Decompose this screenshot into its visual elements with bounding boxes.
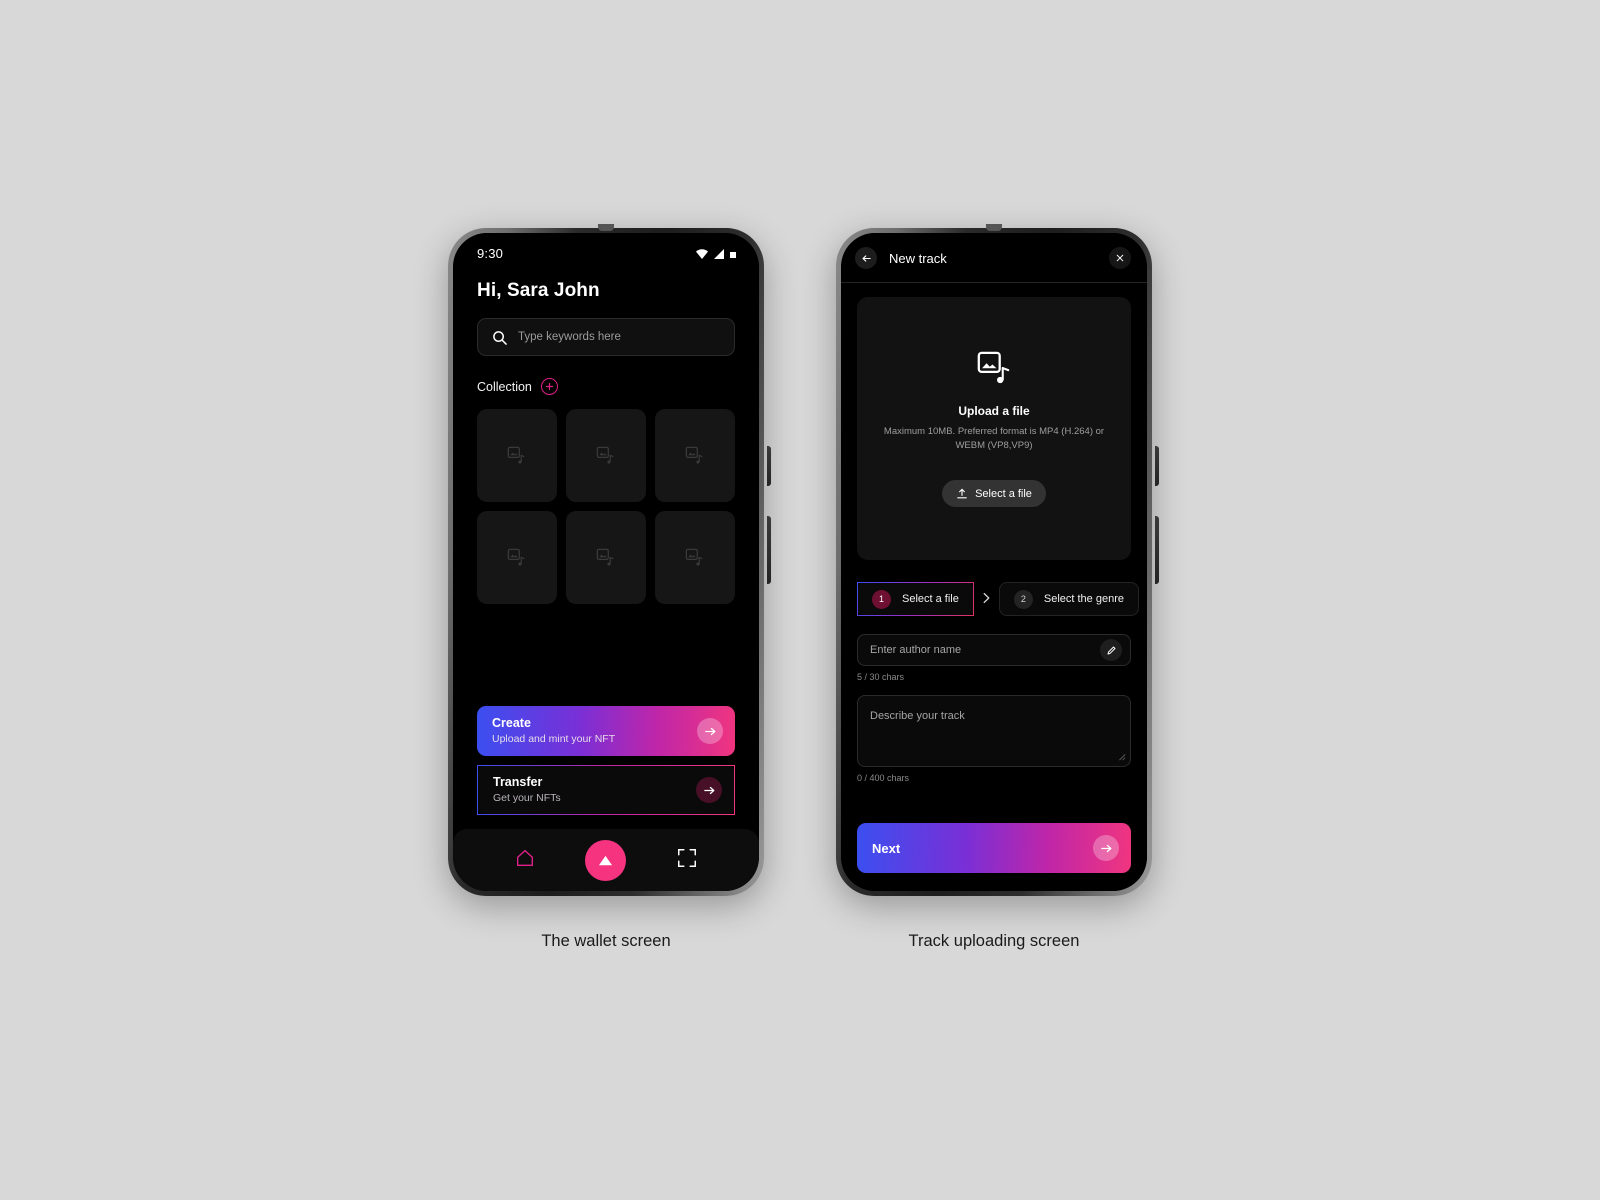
create-action-text: Create Upload and mint your NFT [492, 715, 615, 746]
author-name-placeholder: Enter author name [870, 644, 962, 656]
new-track-title: New track [889, 250, 947, 266]
resize-handle-icon[interactable] [1118, 753, 1126, 763]
plus-circle-icon[interactable] [540, 378, 558, 395]
phone-side-button-volume[interactable] [1155, 446, 1159, 486]
image-music-icon [596, 548, 614, 566]
transfer-subtitle: Get your NFTs [493, 792, 561, 805]
image-music-icon [977, 351, 1010, 383]
pencil-icon[interactable] [1100, 639, 1122, 661]
description-placeholder: Describe your track [870, 710, 965, 722]
author-name-field[interactable]: Enter author name [857, 634, 1131, 666]
file-dropzone[interactable]: Upload a file Maximum 10MB. Preferred fo… [857, 297, 1131, 560]
status-time: 9:30 [477, 246, 504, 261]
image-music-icon [507, 446, 525, 464]
step-number-badge: 1 [872, 589, 891, 609]
create-fab-button[interactable] [585, 839, 627, 881]
new-track-screen: New track Upload a file Maximum 10MB. Pr… [841, 233, 1147, 891]
collection-header: Collection [477, 378, 735, 395]
scan-frame-icon[interactable] [676, 847, 698, 874]
create-subtitle: Upload and mint your NFT [492, 733, 616, 746]
step-chip-select-the-genre[interactable]: 2 Select the genre [998, 582, 1139, 616]
wallet-screen-caption: The wallet screen [541, 932, 671, 950]
collection-card[interactable] [477, 511, 557, 604]
select-file-label: Select a file [975, 487, 1032, 500]
wallet-device-column: 9:30 Hi, Sara John Type keywords here Co… [448, 224, 771, 951]
bottom-navigation-bar [453, 829, 759, 891]
image-music-icon [685, 446, 703, 464]
new-track-header: New track [841, 233, 1147, 283]
description-counter: 0 / 400 chars [857, 773, 910, 783]
image-music-icon [685, 548, 703, 566]
image-music-icon [507, 548, 525, 566]
phone-frame-new-track: New track Upload a file Maximum 10MB. Pr… [836, 224, 1159, 896]
home-icon[interactable] [514, 847, 536, 873]
collection-card[interactable] [477, 409, 557, 502]
triangle-up-icon [599, 855, 613, 865]
arrow-right-icon[interactable] [696, 777, 722, 803]
phone-speaker-notch [598, 224, 614, 231]
phone-side-button-power[interactable] [767, 516, 771, 584]
battery-icon [730, 251, 736, 258]
collection-card[interactable] [566, 511, 646, 604]
dropzone-title: Upload a file [958, 403, 1030, 418]
chevron-right-icon [981, 591, 992, 608]
wallet-screen: 9:30 Hi, Sara John Type keywords here Co… [453, 233, 759, 891]
signal-icon [714, 248, 724, 259]
collection-card[interactable] [566, 409, 646, 502]
wallet-body: Hi, Sara John Type keywords here Collect… [453, 261, 759, 829]
create-title: Create [492, 716, 531, 731]
next-button[interactable]: Next [857, 823, 1131, 873]
search-input[interactable]: Type keywords here [477, 318, 735, 356]
collection-grid [477, 409, 735, 604]
wifi-icon [696, 248, 708, 259]
new-track-device-column: New track Upload a file Maximum 10MB. Pr… [836, 224, 1159, 951]
screens-stage: 9:30 Hi, Sara John Type keywords here Co… [0, 0, 1600, 1200]
upload-icon [957, 488, 967, 499]
image-music-icon [596, 446, 614, 464]
arrow-right-icon[interactable] [697, 718, 723, 744]
collection-card[interactable] [655, 409, 735, 502]
arrow-right-icon[interactable] [1093, 835, 1119, 861]
phone-side-button-volume[interactable] [767, 446, 771, 486]
step-indicator: 1 Select a file 2 Select the genre [857, 582, 1139, 616]
transfer-action-button[interactable]: Transfer Get your NFTs [477, 765, 735, 815]
page-title: Hi, Sara John [477, 280, 600, 301]
phone-side-button-power[interactable] [1155, 516, 1159, 584]
step-label: Select the genre [1043, 593, 1124, 605]
search-icon [493, 330, 507, 345]
close-icon[interactable] [1109, 247, 1131, 269]
new-track-screen-caption: Track uploading screen [908, 932, 1080, 950]
author-name-counter: 5 / 30 chars [857, 672, 905, 682]
new-track-footer: Next [841, 823, 1147, 891]
dropzone-subtitle: Maximum 10MB. Preferred format is MP4 (H… [883, 425, 1105, 451]
search-placeholder: Type keywords here [518, 331, 621, 343]
layout-spacer [477, 604, 735, 706]
phone-frame-wallet: 9:30 Hi, Sara John Type keywords here Co… [448, 224, 771, 896]
transfer-title: Transfer [493, 775, 543, 790]
status-bar: 9:30 [453, 233, 759, 261]
phone-speaker-notch [986, 224, 1002, 231]
arrow-left-icon[interactable] [855, 247, 877, 269]
description-field[interactable]: Describe your track [857, 695, 1131, 767]
step-number-badge: 2 [1013, 589, 1033, 609]
phone-inner-wallet: 9:30 Hi, Sara John Type keywords here Co… [453, 233, 759, 891]
step-chip-select-a-file[interactable]: 1 Select a file [857, 582, 974, 616]
phone-inner-new-track: New track Upload a file Maximum 10MB. Pr… [841, 233, 1147, 891]
transfer-action-text: Transfer Get your NFTs [493, 774, 561, 805]
next-button-label: Next [872, 840, 901, 856]
select-file-button[interactable]: Select a file [942, 480, 1046, 508]
collection-label: Collection [477, 379, 532, 394]
collection-card[interactable] [655, 511, 735, 604]
create-action-button[interactable]: Create Upload and mint your NFT [477, 706, 735, 756]
step-label: Select a file [902, 593, 959, 605]
status-icons [695, 248, 737, 260]
new-track-body: Upload a file Maximum 10MB. Preferred fo… [841, 283, 1147, 823]
